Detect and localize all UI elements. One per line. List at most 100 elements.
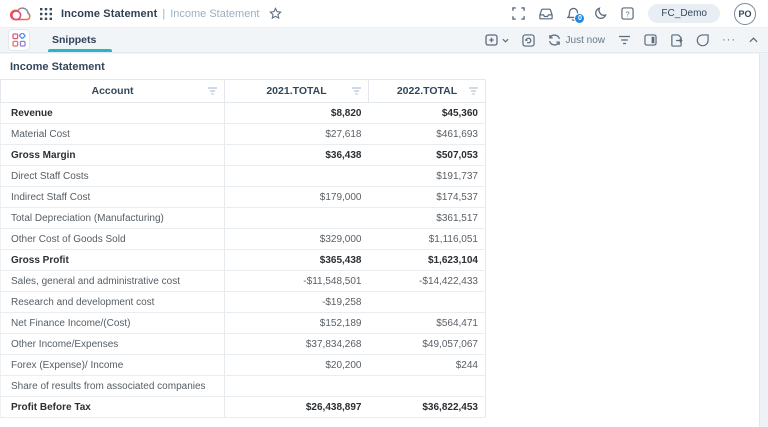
value-cell-2021[interactable]: $20,200: [225, 355, 369, 376]
value-cell-2022[interactable]: $1,116,051: [369, 229, 486, 250]
value-cell-2021[interactable]: [225, 166, 369, 187]
value-cell-2021[interactable]: -$19,258: [225, 292, 369, 313]
value-cell-2021[interactable]: $329,000: [225, 229, 369, 250]
inbox-icon[interactable]: [539, 8, 553, 20]
user-avatar[interactable]: PO: [734, 3, 756, 25]
account-cell[interactable]: Gross Margin: [1, 145, 225, 166]
table-row: Sales, general and administrative cost-$…: [1, 271, 486, 292]
value-cell-2022[interactable]: $361,517: [369, 208, 486, 229]
snippets-menu-button[interactable]: [8, 29, 30, 51]
value-cell-2022[interactable]: $36,822,453: [369, 397, 486, 418]
value-cell-2021[interactable]: -$11,548,501: [225, 271, 369, 292]
table-row: Other Cost of Goods Sold$329,000$1,116,0…: [1, 229, 486, 250]
top-header: Income Statement | Income Statement 0: [0, 0, 768, 27]
column-header-label: 2022.TOTAL: [397, 85, 457, 97]
panel-button[interactable]: [644, 34, 657, 46]
snippet-toolbar: Snippets Just now: [0, 27, 768, 53]
value-cell-2022[interactable]: $49,057,067: [369, 334, 486, 355]
value-cell-2021[interactable]: $8,820: [225, 103, 369, 124]
value-cell-2022[interactable]: [369, 292, 486, 313]
table-row: Revenue$8,820$45,360: [1, 103, 486, 124]
table-row: Gross Margin$36,438$507,053: [1, 145, 486, 166]
account-cell[interactable]: Sales, general and administrative cost: [1, 271, 225, 292]
filter-button[interactable]: [618, 35, 631, 45]
column-header-label: 2021.TOTAL: [266, 85, 326, 97]
table-row: Material Cost$27,618$461,693: [1, 124, 486, 145]
account-cell[interactable]: Research and development cost: [1, 292, 225, 313]
app-logo-icon[interactable]: [10, 4, 31, 23]
account-cell[interactable]: Share of results from associated compani…: [1, 376, 225, 397]
account-cell[interactable]: Material Cost: [1, 124, 225, 145]
value-cell-2021[interactable]: $26,438,897: [225, 397, 369, 418]
value-cell-2022[interactable]: $461,693: [369, 124, 486, 145]
value-cell-2022[interactable]: -$14,422,433: [369, 271, 486, 292]
column-header-label: Account: [92, 85, 134, 97]
snapshot-button[interactable]: [522, 34, 535, 47]
value-cell-2022[interactable]: $564,471: [369, 313, 486, 334]
more-button[interactable]: ···: [722, 35, 736, 45]
value-cell-2022[interactable]: $507,053: [369, 145, 486, 166]
value-cell-2022[interactable]: $45,360: [369, 103, 486, 124]
content-area: Income Statement Account 2021.TOTAL: [0, 53, 768, 427]
value-cell-2021[interactable]: $27,618: [225, 124, 369, 145]
value-cell-2022[interactable]: $191,737: [369, 166, 486, 187]
value-cell-2021[interactable]: $365,438: [225, 250, 369, 271]
favorite-star-icon[interactable]: [269, 7, 282, 20]
workspace-button[interactable]: FC_Demo: [648, 4, 720, 23]
column-header-2022[interactable]: 2022.TOTAL: [369, 80, 486, 103]
add-view-button[interactable]: [485, 34, 509, 46]
value-cell-2022[interactable]: $1,623,104: [369, 250, 486, 271]
value-cell-2022[interactable]: [369, 376, 486, 397]
document-title: Income Statement: [61, 8, 157, 20]
table-row: Forex (Expense)/ Income$20,200$244: [1, 355, 486, 376]
collapse-button[interactable]: [749, 37, 758, 43]
value-cell-2022[interactable]: $174,537: [369, 187, 486, 208]
chevron-down-icon: [502, 38, 509, 43]
account-cell[interactable]: Net Finance Income/(Cost): [1, 313, 225, 334]
account-cell[interactable]: Revenue: [1, 103, 225, 124]
account-cell[interactable]: Total Depreciation (Manufacturing): [1, 208, 225, 229]
tab-snippets-label: Snippets: [52, 34, 96, 46]
filter-icon[interactable]: [351, 87, 362, 95]
notifications-icon[interactable]: 0: [567, 7, 580, 21]
value-cell-2021[interactable]: [225, 376, 369, 397]
apps-grid-icon[interactable]: [40, 8, 52, 20]
help-icon[interactable]: ?: [621, 7, 634, 20]
tab-snippets[interactable]: Snippets: [50, 28, 98, 52]
account-cell[interactable]: Gross Profit: [1, 250, 225, 271]
table-header-row: Account 2021.TOTAL: [1, 80, 486, 103]
refresh-icon[interactable]: [548, 34, 561, 46]
income-statement-table: Account 2021.TOTAL: [0, 79, 486, 418]
filter-icon[interactable]: [207, 87, 218, 95]
table-row: Net Finance Income/(Cost)$152,189$564,47…: [1, 313, 486, 334]
account-cell[interactable]: Forex (Expense)/ Income: [1, 355, 225, 376]
table-row: Research and development cost-$19,258: [1, 292, 486, 313]
table-row: Profit Before Tax$26,438,897$36,822,453: [1, 397, 486, 418]
comments-button[interactable]: [696, 34, 709, 47]
column-header-account[interactable]: Account: [1, 80, 225, 103]
account-cell[interactable]: Other Cost of Goods Sold: [1, 229, 225, 250]
export-button[interactable]: [670, 34, 683, 47]
value-cell-2022[interactable]: $244: [369, 355, 486, 376]
table-row: Indirect Staff Cost$179,000$174,537: [1, 187, 486, 208]
account-cell[interactable]: Profit Before Tax: [1, 397, 225, 418]
value-cell-2021[interactable]: $37,834,268: [225, 334, 369, 355]
column-header-2021[interactable]: 2021.TOTAL: [225, 80, 369, 103]
notification-badge: 0: [574, 13, 585, 24]
svg-text:?: ?: [626, 9, 630, 18]
value-cell-2021[interactable]: $152,189: [225, 313, 369, 334]
account-cell[interactable]: Indirect Staff Cost: [1, 187, 225, 208]
section-title: Income Statement: [0, 54, 768, 79]
value-cell-2021[interactable]: $179,000: [225, 187, 369, 208]
filter-icon[interactable]: [468, 87, 479, 95]
right-gutter: [759, 54, 768, 427]
refresh-status: Just now: [566, 35, 605, 46]
dark-mode-icon[interactable]: [594, 7, 607, 20]
value-cell-2021[interactable]: [225, 208, 369, 229]
fullscreen-icon[interactable]: [512, 7, 525, 20]
tab-active-underline: [48, 49, 112, 52]
account-cell[interactable]: Direct Staff Costs: [1, 166, 225, 187]
value-cell-2021[interactable]: $36,438: [225, 145, 369, 166]
account-cell[interactable]: Other Income/Expenses: [1, 334, 225, 355]
table-row: Other Income/Expenses$37,834,268$49,057,…: [1, 334, 486, 355]
